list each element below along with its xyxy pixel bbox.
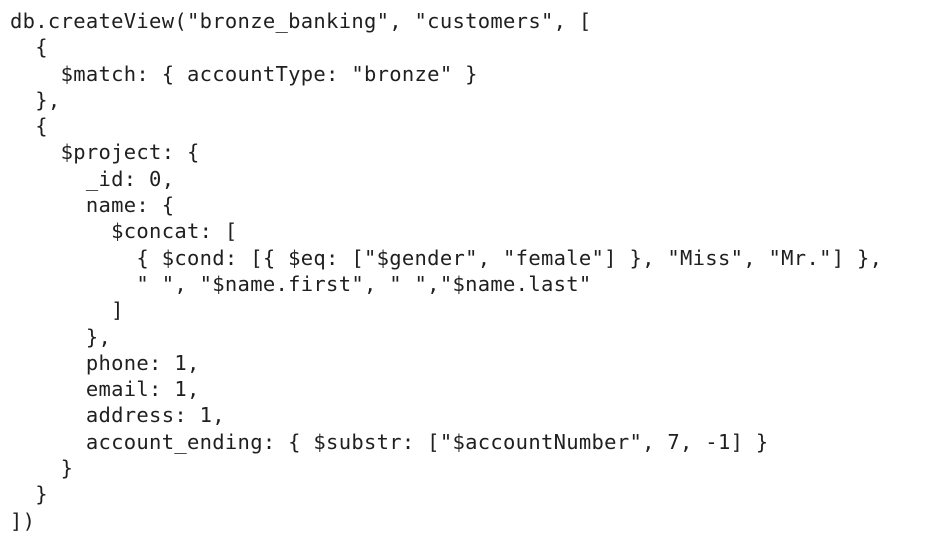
code-line: _id: 0, xyxy=(10,166,175,191)
code-line: db.createView("bronze_banking", "custome… xyxy=(10,9,592,33)
code-line: address: 1, xyxy=(10,403,225,428)
code-line: ]) xyxy=(10,508,36,533)
code-line: email: 1, xyxy=(10,377,200,402)
code-line: $concat: [ xyxy=(10,219,238,244)
code-line: ] xyxy=(10,298,124,323)
code-line: } xyxy=(10,482,48,507)
code-line: name: { xyxy=(10,193,175,218)
code-block: db.createView("bronze_banking", "custome… xyxy=(10,8,940,548)
code-line: { xyxy=(10,114,48,139)
code-line: " ", "$name.first", " ","$name.last" xyxy=(10,271,592,296)
code-line: } xyxy=(10,456,74,481)
code-line: { xyxy=(10,35,48,60)
code-line: phone: 1, xyxy=(10,350,200,375)
code-line: $project: { xyxy=(10,140,200,165)
code-line: }, xyxy=(10,87,61,112)
code-line: account_ending: { $substr: ["$accountNum… xyxy=(10,429,769,454)
code-line: $match: { accountType: "bronze" } xyxy=(10,61,478,86)
code-line: }, xyxy=(10,324,112,349)
code-line: { $cond: [{ $eq: ["$gender", "female"] }… xyxy=(10,245,883,270)
